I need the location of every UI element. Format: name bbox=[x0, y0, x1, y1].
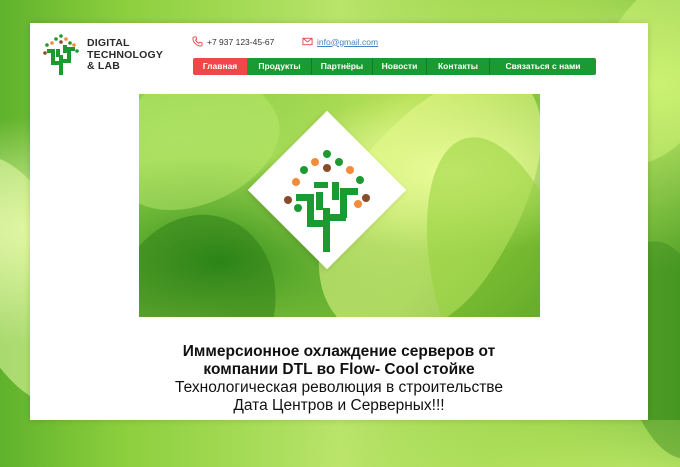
nav-item-contacts[interactable]: Контакты bbox=[427, 58, 490, 75]
email-contact[interactable]: info@gmail.com bbox=[302, 36, 378, 47]
headline-subtitle-line: Дата Центров и Серверных!!! bbox=[233, 397, 445, 414]
tree-logo-icon bbox=[284, 150, 370, 252]
tree-logo-icon bbox=[43, 34, 79, 75]
hero-headline: Иммерсионное охлаждение серверов от комп… bbox=[30, 343, 648, 415]
nav-item-partners[interactable]: Партнёры bbox=[312, 58, 373, 75]
main-navigation: Главная Продукты Партнёры Новости Контак… bbox=[193, 58, 596, 75]
brand-name-line: & LAB bbox=[87, 60, 121, 72]
mail-icon bbox=[302, 37, 313, 46]
headline-bold-line: компании DTL во Flow- Cool стойке bbox=[203, 361, 475, 378]
headline-subtitle-line: Технологическая революция в строительств… bbox=[175, 379, 503, 396]
nav-item-products[interactable]: Продукты bbox=[248, 58, 312, 75]
page-container: DIGITAL TECHNOLOGY & LAB +7 937 123-45-6… bbox=[30, 23, 648, 420]
hero-banner bbox=[139, 94, 540, 317]
nav-item-home[interactable]: Главная bbox=[193, 58, 248, 75]
headline-bold-line: Иммерсионное охлаждение серверов от bbox=[182, 343, 496, 360]
phone-icon bbox=[192, 36, 203, 47]
phone-number: +7 937 123-45-67 bbox=[207, 36, 275, 47]
email-link[interactable]: info@gmail.com bbox=[317, 37, 378, 47]
brand-name: DIGITAL TECHNOLOGY & LAB bbox=[87, 37, 163, 73]
phone-contact[interactable]: +7 937 123-45-67 bbox=[192, 36, 274, 47]
nav-item-contact-us[interactable]: Связаться с нами bbox=[490, 58, 596, 75]
brand-name-line: DIGITAL bbox=[87, 37, 130, 49]
nav-item-news[interactable]: Новости bbox=[373, 58, 427, 75]
brand-logo[interactable]: DIGITAL TECHNOLOGY & LAB bbox=[42, 33, 182, 81]
